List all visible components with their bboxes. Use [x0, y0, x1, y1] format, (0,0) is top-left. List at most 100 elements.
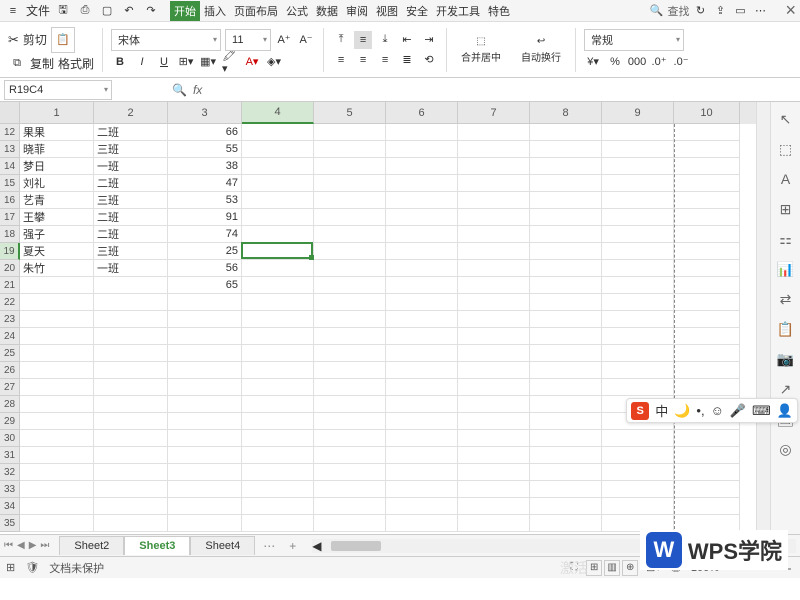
cell[interactable]: [242, 243, 314, 260]
cell[interactable]: [314, 447, 386, 464]
user-icon[interactable]: 👤: [777, 403, 793, 419]
formula-input[interactable]: [208, 80, 800, 100]
cell[interactable]: [674, 362, 740, 379]
filter-icon[interactable]: ⇄: [777, 290, 795, 308]
cell[interactable]: 强子: [20, 226, 94, 243]
table-tool-icon[interactable]: ⊞: [777, 200, 795, 218]
row-header[interactable]: 35: [0, 515, 20, 532]
fill-color-button[interactable]: ▦▾: [199, 53, 217, 71]
cell[interactable]: [458, 498, 530, 515]
cell[interactable]: 65: [168, 277, 242, 294]
row-header[interactable]: 12: [0, 124, 20, 141]
cell[interactable]: [458, 192, 530, 209]
cell[interactable]: [168, 396, 242, 413]
comma-icon[interactable]: 000: [628, 53, 646, 71]
cell[interactable]: [530, 311, 602, 328]
ribbon-tab-0[interactable]: 开始: [170, 1, 200, 21]
format-painter[interactable]: 格式刷: [58, 55, 94, 72]
cell[interactable]: [20, 362, 94, 379]
cell[interactable]: 91: [168, 209, 242, 226]
cell[interactable]: [242, 260, 314, 277]
cell[interactable]: [458, 396, 530, 413]
cell[interactable]: [602, 192, 674, 209]
cell[interactable]: [458, 379, 530, 396]
cell[interactable]: [674, 464, 740, 481]
cell[interactable]: [602, 447, 674, 464]
cell[interactable]: [242, 413, 314, 430]
cell[interactable]: [674, 430, 740, 447]
cell[interactable]: [674, 158, 740, 175]
cell[interactable]: [20, 311, 94, 328]
cell[interactable]: [530, 141, 602, 158]
cell[interactable]: [94, 345, 168, 362]
cell[interactable]: 三班: [94, 243, 168, 260]
cell[interactable]: [94, 464, 168, 481]
cell[interactable]: [458, 294, 530, 311]
cell[interactable]: [530, 447, 602, 464]
cell[interactable]: [242, 328, 314, 345]
cell[interactable]: 梦日: [20, 158, 94, 175]
cell[interactable]: 53: [168, 192, 242, 209]
cell[interactable]: [674, 328, 740, 345]
cell[interactable]: [674, 277, 740, 294]
cell[interactable]: 66: [168, 124, 242, 141]
preview-icon[interactable]: ▢: [98, 2, 116, 20]
row-header[interactable]: 30: [0, 430, 20, 447]
cell[interactable]: [386, 226, 458, 243]
cell[interactable]: [458, 413, 530, 430]
row-header[interactable]: 16: [0, 192, 20, 209]
cell[interactable]: [168, 515, 242, 532]
cell[interactable]: [314, 379, 386, 396]
cell[interactable]: [386, 209, 458, 226]
cell[interactable]: 夏天: [20, 243, 94, 260]
cell[interactable]: [602, 328, 674, 345]
cell[interactable]: [458, 226, 530, 243]
border-button[interactable]: ⊞▾: [177, 53, 195, 71]
cell[interactable]: [314, 158, 386, 175]
row-header[interactable]: 25: [0, 345, 20, 362]
cell[interactable]: [242, 311, 314, 328]
cell[interactable]: [458, 447, 530, 464]
col-header[interactable]: 9: [602, 102, 674, 124]
cell[interactable]: [242, 481, 314, 498]
col-header[interactable]: 4: [242, 102, 314, 124]
cell[interactable]: [242, 209, 314, 226]
pagebreak-view-icon[interactable]: ▥: [604, 560, 620, 576]
highlight-button[interactable]: 🖍▾: [221, 53, 239, 71]
align-top-icon[interactable]: ⤒: [332, 31, 350, 49]
cell[interactable]: [674, 498, 740, 515]
tab-first-icon[interactable]: ⏮: [4, 540, 13, 551]
cell[interactable]: [94, 481, 168, 498]
cell[interactable]: [602, 277, 674, 294]
cell[interactable]: [530, 413, 602, 430]
cell[interactable]: [314, 498, 386, 515]
cell[interactable]: [242, 464, 314, 481]
cell[interactable]: [314, 328, 386, 345]
cell[interactable]: [458, 175, 530, 192]
save-icon[interactable]: 🖫: [54, 2, 72, 20]
row-header[interactable]: 34: [0, 498, 20, 515]
col-header[interactable]: 2: [94, 102, 168, 124]
cell[interactable]: [20, 277, 94, 294]
cell[interactable]: [242, 175, 314, 192]
cell[interactable]: 二班: [94, 175, 168, 192]
cell[interactable]: [242, 379, 314, 396]
print-icon[interactable]: ⎙: [76, 2, 94, 20]
cell[interactable]: [314, 124, 386, 141]
cell[interactable]: 一班: [94, 158, 168, 175]
row-header[interactable]: 17: [0, 209, 20, 226]
cell[interactable]: [314, 277, 386, 294]
cell[interactable]: [386, 311, 458, 328]
cell[interactable]: [386, 175, 458, 192]
cell[interactable]: [602, 379, 674, 396]
cell[interactable]: [602, 311, 674, 328]
cell[interactable]: [20, 430, 94, 447]
cell[interactable]: [674, 124, 740, 141]
cell[interactable]: [602, 464, 674, 481]
cell[interactable]: [314, 362, 386, 379]
moon-icon[interactable]: 🌙: [674, 403, 690, 419]
cell[interactable]: [530, 209, 602, 226]
cell[interactable]: [20, 498, 94, 515]
col-header[interactable]: 5: [314, 102, 386, 124]
dec-decimal-icon[interactable]: .0⁻: [672, 53, 690, 71]
